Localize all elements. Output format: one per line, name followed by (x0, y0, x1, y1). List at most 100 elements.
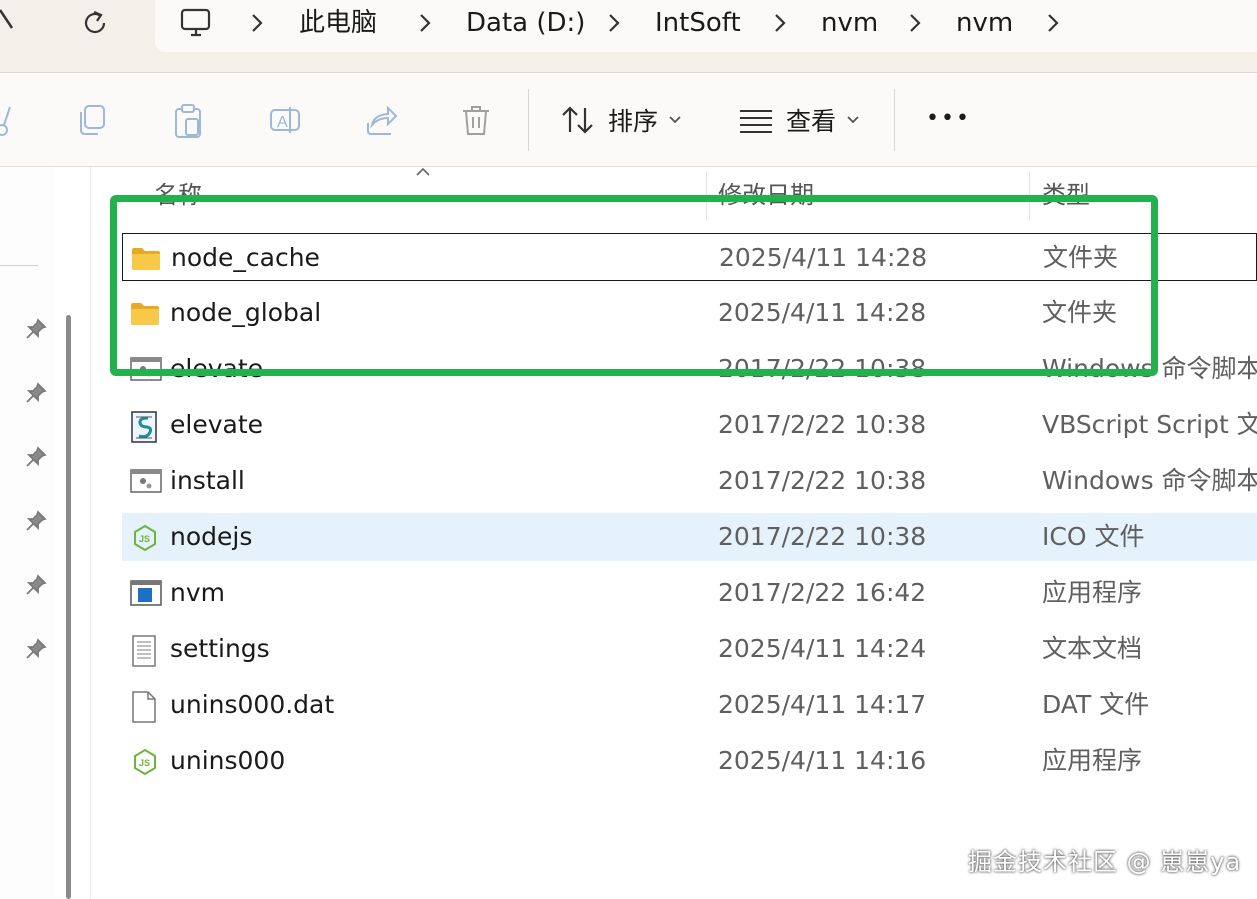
file-name: settings (170, 634, 270, 663)
back-icon[interactable] (0, 6, 18, 46)
file-type: Windows 命令脚本 (1042, 466, 1257, 495)
sort-label: 排序 (608, 107, 659, 136)
file-row[interactable]: nvm 2017/2/22 16:42 应用程序 (122, 569, 1257, 617)
nav-scrollbar[interactable] (66, 315, 71, 899)
watermark: 掘金技术社区 @ 崽崽ya (968, 848, 1242, 876)
file-row[interactable]: install 2017/2/22 10:38 Windows 命令脚本 (122, 457, 1257, 505)
view-button[interactable]: 查看 (738, 103, 860, 137)
file-type: 应用程序 (1042, 578, 1143, 607)
file-date-modified: 2017/2/22 10:38 (718, 466, 927, 495)
delete-icon[interactable] (460, 103, 492, 137)
nav-divider (0, 265, 38, 266)
computer-icon (180, 8, 211, 37)
file-name: unins000 (170, 746, 286, 775)
pin-icon[interactable] (24, 509, 48, 533)
file-name: nodejs (170, 522, 253, 551)
column-header-name[interactable]: 名称 (154, 178, 202, 209)
blank-file-icon (130, 691, 160, 723)
rename-icon[interactable]: A (268, 103, 302, 137)
toolbar-divider (894, 89, 895, 151)
file-row[interactable]: elevate 2017/2/22 10:38 Windows 命令脚本 (122, 345, 1257, 393)
svg-text:A: A (277, 114, 288, 131)
pin-icon[interactable] (24, 573, 48, 597)
column-divider[interactable] (706, 172, 707, 220)
file-date-modified: 2025/4/11 14:16 (718, 746, 927, 775)
sort-button[interactable]: 排序 (560, 103, 682, 137)
breadcrumb-intsoft[interactable]: IntSoft (655, 8, 741, 38)
pin-icon[interactable] (24, 637, 48, 661)
file-row[interactable]: JS nodejs 2017/2/22 10:38 ICO 文件 (122, 513, 1257, 561)
pin-icon[interactable] (24, 381, 48, 405)
file-date-modified: 2017/2/22 10:38 (718, 522, 927, 551)
file-type: 文件夹 (1043, 243, 1119, 272)
nodejs-icon: JS (130, 747, 160, 777)
command-bar: A 排序 查看 ••• (0, 73, 1257, 167)
file-row[interactable]: elevate 2017/2/22 10:38 VBScript Script 文件 (122, 401, 1257, 449)
file-row[interactable]: settings 2025/4/11 14:24 文本文档 (122, 625, 1257, 673)
batch-file-icon (130, 355, 162, 385)
more-options-button[interactable]: ••• (926, 101, 971, 135)
chevron-right-icon[interactable] (1045, 12, 1061, 34)
batch-file-icon (130, 467, 162, 497)
nav-quick-access (0, 167, 55, 899)
column-header-type[interactable]: 类型 (1042, 178, 1090, 209)
folder-icon (130, 299, 160, 329)
chevron-right-icon (609, 14, 620, 32)
sort-icon (562, 106, 593, 134)
file-date-modified: 2017/2/22 10:38 (718, 410, 927, 439)
share-icon[interactable] (364, 103, 398, 137)
copy-icon[interactable] (76, 103, 108, 137)
file-row[interactable]: JS unins000 2025/4/11 14:16 应用程序 (122, 737, 1257, 785)
pin-icon[interactable] (24, 445, 48, 469)
toolbar-divider (528, 89, 529, 151)
file-name: elevate (170, 354, 264, 383)
address-bar[interactable]: 此电脑 Data (D:) IntSoft nvm nvm (155, 0, 1257, 52)
file-date-modified: 2017/2/22 16:42 (718, 578, 927, 607)
chevron-right-icon (252, 14, 263, 32)
refresh-icon[interactable] (80, 8, 110, 38)
file-date-modified: 2025/4/11 14:24 (718, 634, 927, 663)
file-date-modified: 2025/4/11 14:28 (718, 298, 927, 327)
view-icon (740, 110, 772, 133)
file-name: node_global (170, 298, 322, 327)
svg-text:JS: JS (139, 534, 150, 544)
file-name: unins000.dat (170, 690, 335, 719)
file-type: 文本文档 (1042, 634, 1143, 663)
file-name: elevate (170, 410, 264, 439)
chevron-right-icon (910, 14, 921, 32)
chevron-down-icon (669, 116, 681, 124)
cut-icon[interactable] (0, 103, 14, 139)
file-row[interactable]: node_global 2025/4/11 14:28 文件夹 (122, 289, 1257, 337)
chevron-right-icon (775, 14, 786, 32)
file-name: nvm (170, 578, 225, 607)
file-name: install (170, 466, 245, 495)
column-divider[interactable] (1029, 172, 1030, 220)
vbscript-file-icon (130, 411, 160, 443)
nodejs-icon: JS (130, 523, 160, 553)
file-date-modified: 2025/4/11 14:17 (718, 690, 927, 719)
column-header-date[interactable]: 修改日期 (718, 178, 814, 209)
chevron-right-icon (420, 14, 431, 32)
breadcrumb-nvm-current[interactable]: nvm (956, 8, 1013, 38)
chevron-down-icon (847, 116, 859, 124)
breadcrumb-data-drive[interactable]: Data (D:) (466, 8, 585, 38)
file-type: VBScript Script 文件 (1042, 410, 1257, 439)
file-type: DAT 文件 (1042, 690, 1150, 719)
pin-icon[interactable] (24, 317, 48, 341)
breadcrumb-nvm[interactable]: nvm (821, 8, 878, 38)
paste-icon[interactable] (172, 103, 204, 139)
address-bar-band: 此电脑 Data (D:) IntSoft nvm nvm (0, 0, 1257, 73)
file-type: 应用程序 (1042, 746, 1143, 775)
view-label: 查看 (786, 107, 837, 136)
file-type: Windows 命令脚本 (1042, 354, 1257, 383)
file-row[interactable]: node_cache 2025/4/11 14:28 文件夹 (122, 233, 1257, 281)
breadcrumb-this-pc[interactable]: 此电脑 (299, 8, 377, 38)
navigation-pane (0, 167, 91, 899)
file-type: 文件夹 (1042, 298, 1118, 327)
file-date-modified: 2017/2/22 10:38 (718, 354, 927, 383)
file-name: node_cache (171, 243, 320, 272)
folder-icon (131, 244, 161, 274)
file-row[interactable]: unins000.dat 2025/4/11 14:17 DAT 文件 (122, 681, 1257, 729)
application-icon (130, 579, 162, 609)
file-date-modified: 2025/4/11 14:28 (719, 243, 928, 272)
